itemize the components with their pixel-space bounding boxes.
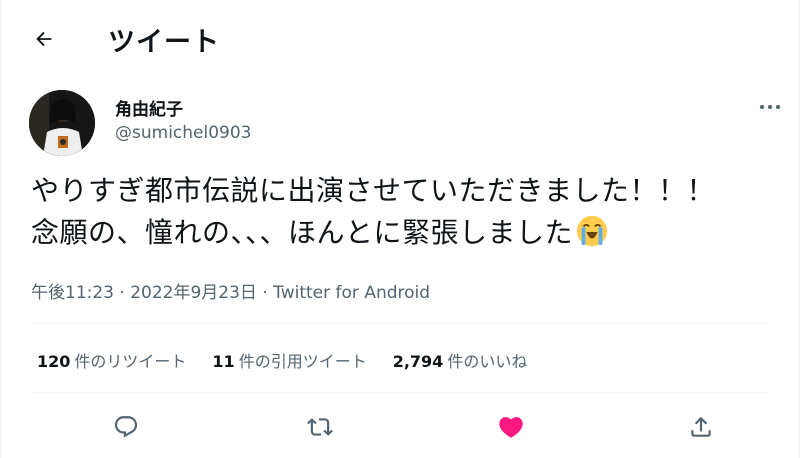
like-label: 件のいいね — [447, 352, 528, 371]
share-icon — [691, 416, 711, 437]
retweet-count: 120 — [37, 352, 71, 371]
quote-label: 件の引用ツイート — [238, 352, 367, 371]
header: ツイート — [1, 0, 799, 74]
like-button[interactable] — [493, 409, 529, 445]
loudly-crying-face-emoji — [575, 214, 609, 260]
author-name[interactable]: 角由紀子 — [115, 95, 183, 120]
tweet-line: やりすぎ都市伝説に出演させていただきました！！！ — [31, 174, 716, 207]
heart-icon — [499, 417, 523, 438]
tweet-text: やりすぎ都市伝説に出演させていただきました！！！ 念願の、憧れの、、、ほんとに緊… — [31, 170, 781, 260]
more-horizontal-icon-dot — [768, 105, 772, 109]
tweet-date[interactable]: 2022年9月23日 — [130, 283, 257, 303]
tweet-line-text: 念願の、憧れの、、、ほんとに緊張しました — [31, 216, 574, 249]
reply-icon — [114, 416, 138, 438]
more-horizontal-icon-dot — [776, 105, 780, 109]
share-button[interactable] — [683, 409, 719, 445]
tweet-meta: 午後11:23 · 2022年9月23日 · Twitter for Andro… — [31, 278, 430, 303]
more-horizontal-icon — [760, 105, 764, 109]
divider — [31, 323, 769, 324]
arrow-left-icon — [36, 31, 52, 47]
avatar-image — [29, 90, 95, 156]
author-handle[interactable]: @sumichel0903 — [115, 123, 251, 143]
reply-button[interactable] — [108, 409, 144, 445]
like-count-link[interactable]: 2,794 件のいいね — [393, 348, 528, 372]
retweet-label: 件のリツイート — [74, 352, 187, 371]
back-button[interactable] — [27, 22, 61, 56]
divider — [31, 392, 769, 393]
meta-separator: · — [256, 283, 274, 303]
retweet-icon — [307, 418, 333, 436]
more-button[interactable] — [755, 96, 785, 118]
like-count: 2,794 — [392, 352, 444, 371]
quote-count: 11 — [212, 352, 235, 371]
meta-separator: · — [114, 283, 131, 303]
tweet-page: ツイート 角由紀子 @sumichel0903 やりすぎ都市伝説に出演させていた… — [0, 0, 800, 458]
quote-count-link[interactable]: 11 件の引用ツイート — [212, 348, 366, 372]
tweet-time[interactable]: 午後11:23 — [31, 283, 114, 303]
tweet-stats: 120 件のリツイート 11 件の引用ツイート 2,794 件のいいね — [37, 348, 527, 372]
retweet-button[interactable] — [302, 409, 338, 445]
page-title: ツイート — [108, 27, 220, 58]
retweet-count-link[interactable]: 120 件のリツイート — [37, 348, 186, 372]
avatar[interactable] — [29, 90, 95, 156]
tweet-line-2: 念願の、憧れの、、、ほんとに緊張しました — [31, 212, 781, 260]
tweet-source-app[interactable]: Twitter for Android — [273, 283, 430, 303]
